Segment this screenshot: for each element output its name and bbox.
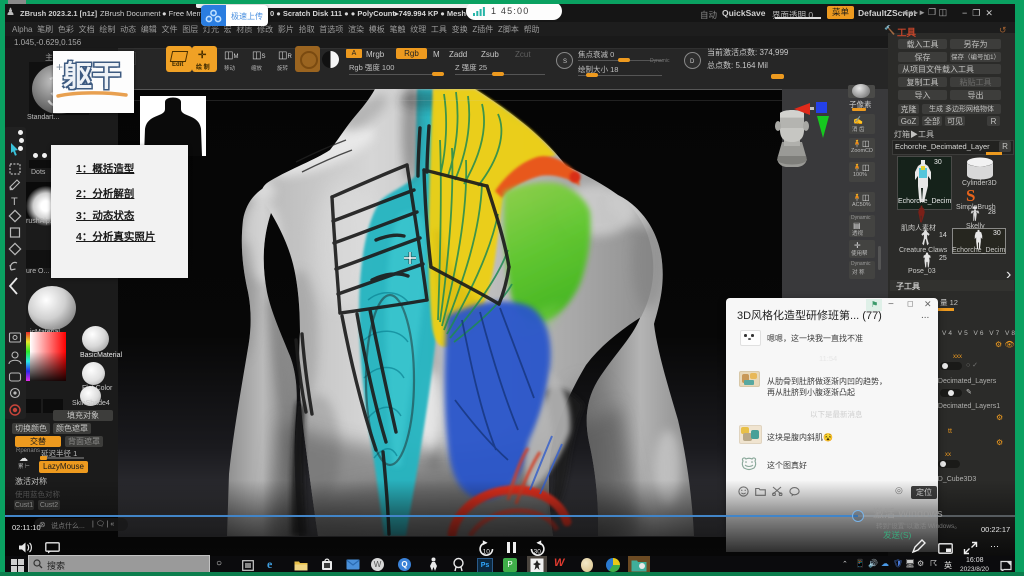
svg-text:T: T <box>11 196 18 208</box>
svg-text:10: 10 <box>483 549 491 556</box>
svg-text:30: 30 <box>534 549 542 556</box>
